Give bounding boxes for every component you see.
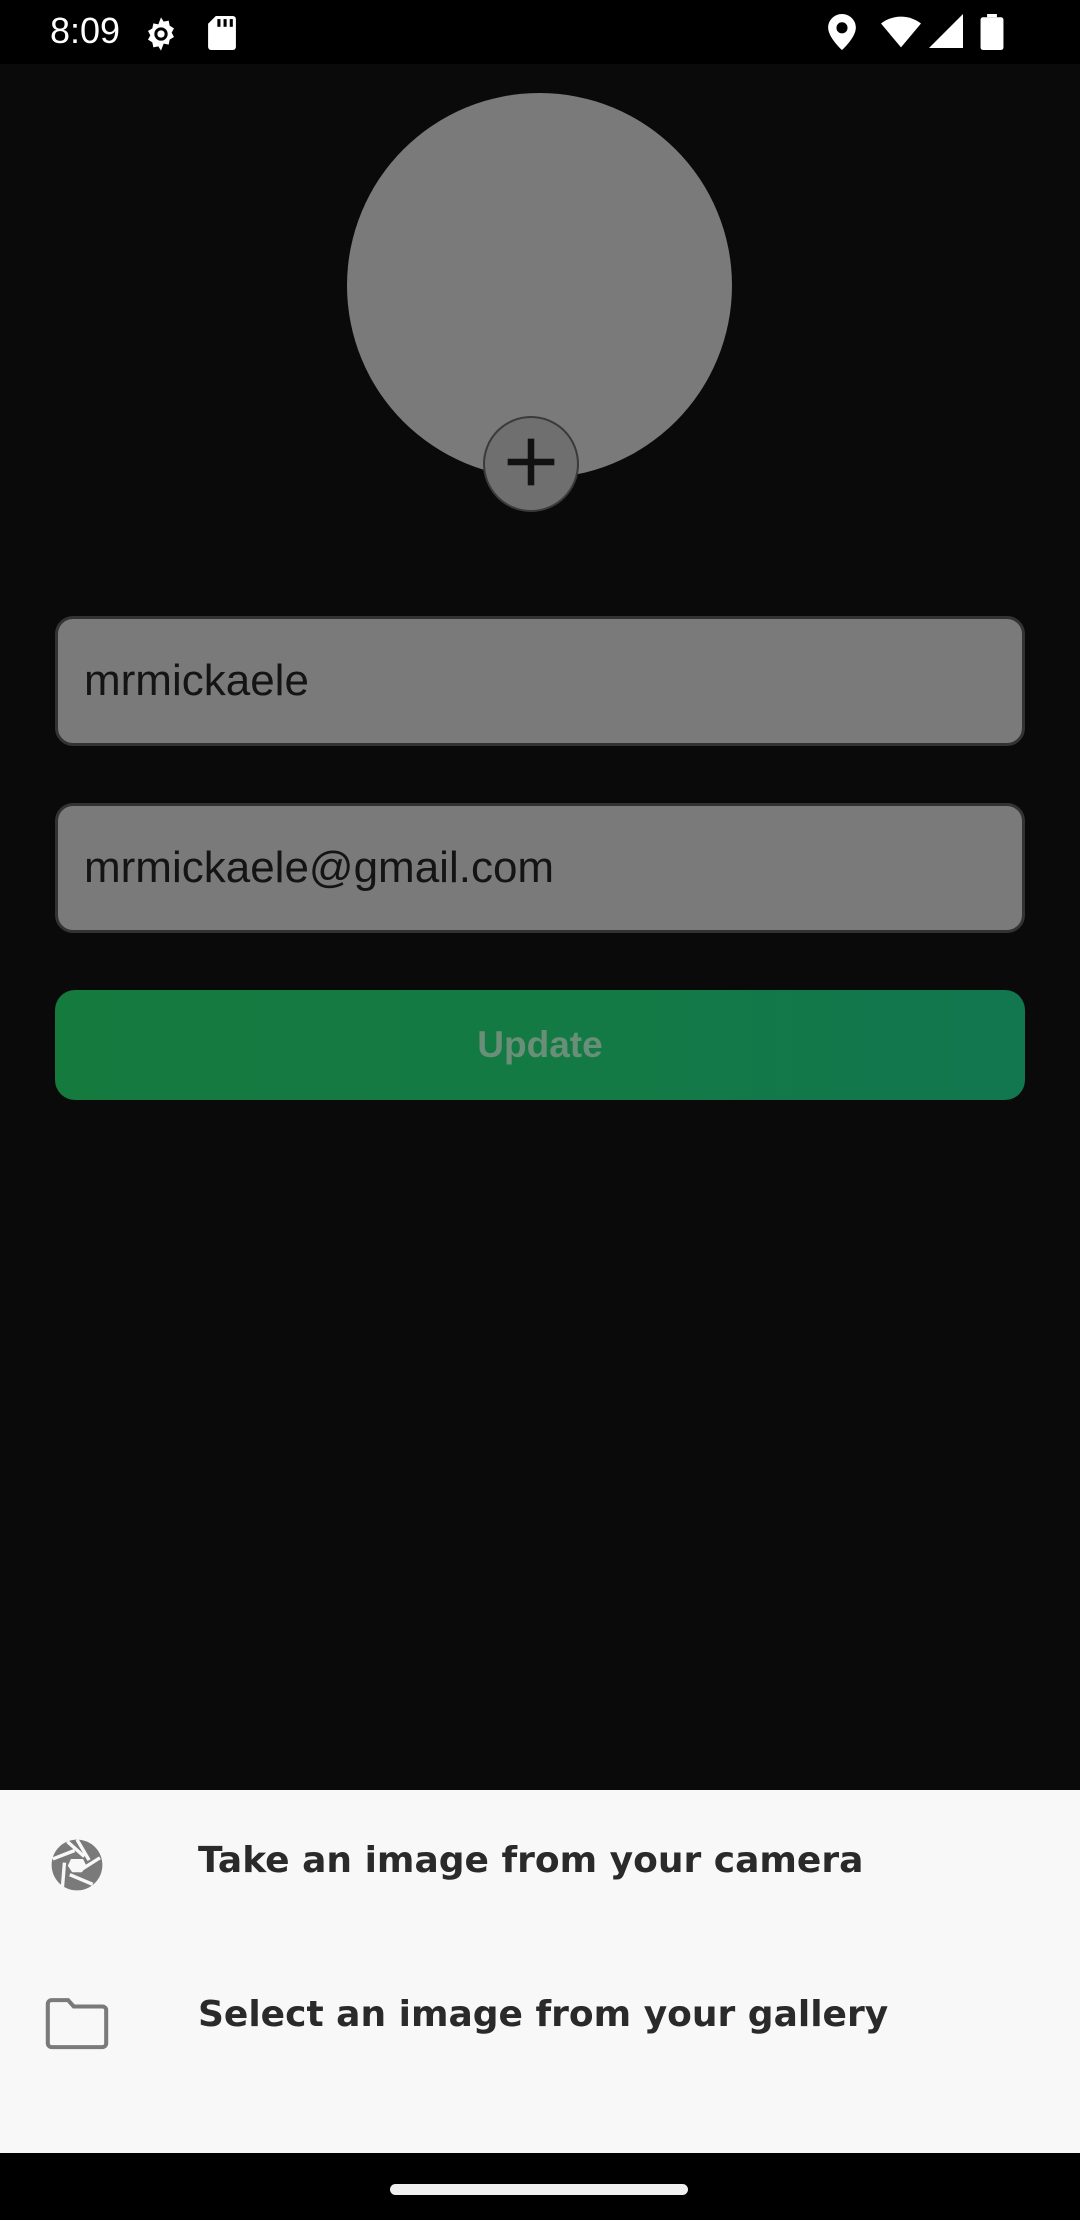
status-bar: 8:09 [0, 0, 1080, 64]
plus-icon [503, 434, 559, 495]
camera-option-label: Take an image from your camera [198, 1840, 864, 1881]
gallery-option[interactable]: Select an image from your gallery [0, 1942, 1080, 2092]
email-field[interactable]: mrmickaele@gmail.com [55, 803, 1025, 933]
image-source-bottom-sheet: Take an image from your camera Select an… [0, 1790, 1080, 2153]
navigation-bar [0, 2153, 1080, 2220]
edit-profile-screen: 8:09 mrmickaele mrmickaele@gmail.com Upd… [0, 0, 1080, 2220]
username-value: mrmickaele [84, 656, 309, 705]
signal-icon [928, 14, 964, 53]
email-value: mrmickaele@gmail.com [84, 843, 555, 892]
battery-icon [980, 14, 1004, 55]
sd-card-icon [207, 16, 237, 55]
camera-option[interactable]: Take an image from your camera [0, 1790, 1080, 1940]
home-indicator[interactable] [390, 2184, 688, 2195]
add-photo-button[interactable] [483, 416, 579, 512]
gallery-option-label: Select an image from your gallery [198, 1994, 889, 2035]
wifi-icon [881, 16, 921, 53]
settings-gear-icon [141, 14, 181, 59]
camera-aperture-icon [44, 1832, 110, 1898]
location-icon [828, 14, 856, 55]
folder-icon [44, 1990, 110, 2056]
username-field[interactable]: mrmickaele [55, 616, 1025, 746]
update-button-label: Update [477, 1024, 603, 1065]
update-button[interactable]: Update [55, 990, 1025, 1100]
status-time: 8:09 [50, 10, 121, 51]
